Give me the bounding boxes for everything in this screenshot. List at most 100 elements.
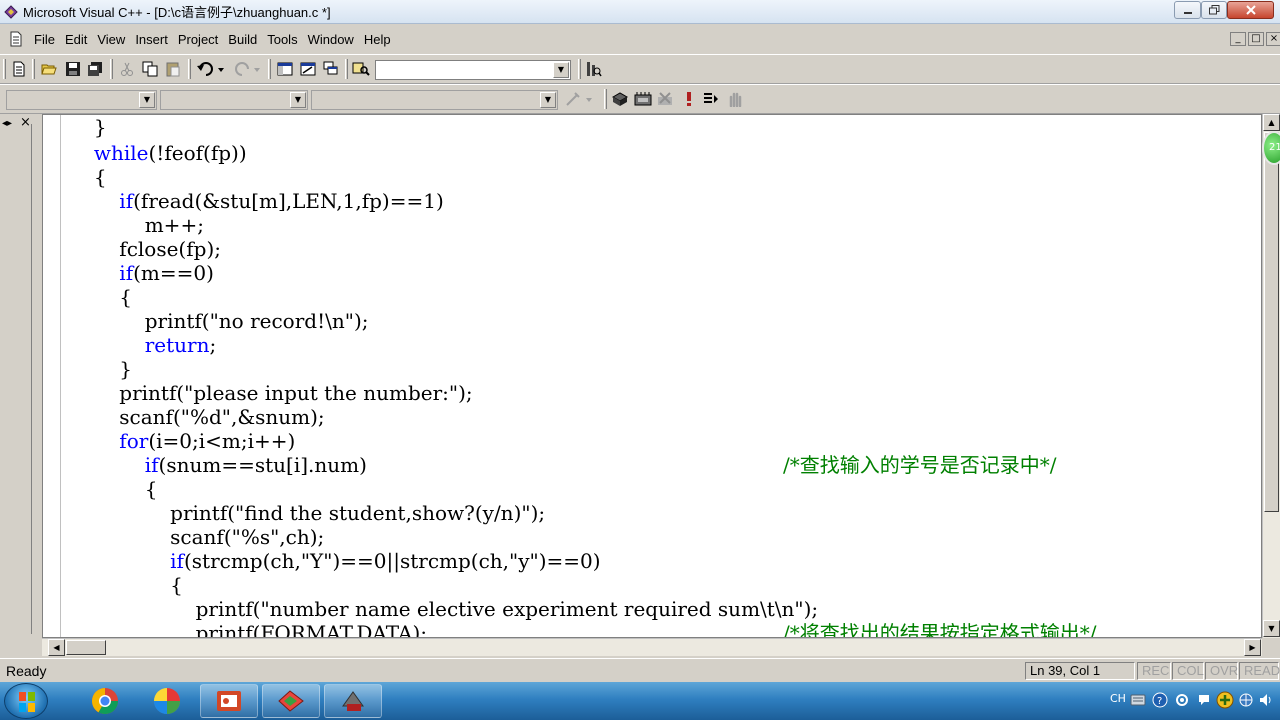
chevron-down-icon[interactable]: ▼ bbox=[553, 62, 569, 78]
undo-icon[interactable] bbox=[196, 60, 226, 78]
code-line-text[interactable]: for(i=0;i<m;i++) bbox=[43, 429, 295, 453]
code-line[interactable]: printf(FORMAT,DATA); bbox=[43, 621, 427, 637]
code-line[interactable]: if(fread(&stu[m],LEN,1,fp)==1) bbox=[43, 189, 443, 213]
code-line-text[interactable]: while(!feof(fp)) bbox=[43, 141, 247, 165]
tray-language[interactable]: CH bbox=[1110, 692, 1126, 705]
close-button[interactable] bbox=[1227, 1, 1274, 19]
compile-icon[interactable] bbox=[611, 90, 629, 108]
save-all-icon[interactable] bbox=[86, 60, 104, 78]
code-keyword[interactable]: if bbox=[170, 549, 184, 573]
window-list-icon[interactable] bbox=[322, 60, 340, 78]
chevron-down-icon[interactable]: ▼ bbox=[290, 92, 306, 108]
menu-insert[interactable]: Insert bbox=[131, 30, 172, 49]
menu-build[interactable]: Build bbox=[224, 30, 261, 49]
menu-project[interactable]: Project bbox=[174, 30, 222, 49]
code-line[interactable]: if(strcmp(ch,"Y")==0||strcmp(ch,"y")==0) bbox=[43, 549, 600, 573]
keyboard-icon[interactable] bbox=[1130, 693, 1146, 707]
code-line[interactable]: while(!feof(fp)) bbox=[43, 141, 247, 165]
code-keyword[interactable]: for bbox=[119, 429, 148, 453]
wizard-action-icon[interactable] bbox=[563, 90, 597, 108]
code-line[interactable]: m++; bbox=[43, 213, 204, 237]
code-editor[interactable]: } while(!feof(fp)) { if(fread(&stu[m],LE… bbox=[42, 114, 1262, 638]
code-line[interactable]: scanf("%s",ch); bbox=[43, 525, 324, 549]
taskbar-powerpoint[interactable] bbox=[200, 684, 258, 718]
redo-icon[interactable] bbox=[232, 60, 262, 78]
code-line[interactable]: if(m==0) bbox=[43, 261, 214, 285]
code-area[interactable]: } while(!feof(fp)) { if(fread(&stu[m],LE… bbox=[43, 115, 1261, 637]
code-line[interactable]: { bbox=[43, 285, 132, 309]
code-keyword[interactable]: return bbox=[145, 333, 210, 357]
action-center-icon[interactable] bbox=[1196, 692, 1212, 708]
breakpoint-hand-icon[interactable] bbox=[726, 90, 744, 108]
scroll-right-icon[interactable]: ▶ bbox=[1244, 639, 1261, 656]
code-line[interactable]: fclose(fp); bbox=[43, 237, 221, 261]
class-combo[interactable]: ▼ bbox=[6, 90, 157, 110]
vertical-scrollbar[interactable]: ▲ ▼ bbox=[1262, 114, 1280, 638]
volume-icon[interactable] bbox=[1258, 692, 1274, 708]
code-line[interactable]: { bbox=[43, 573, 183, 597]
horizontal-scrollbar[interactable]: ◀ ▶ bbox=[42, 638, 1262, 656]
menu-tools[interactable]: Tools bbox=[263, 30, 301, 49]
floating-badge[interactable]: 21 bbox=[1262, 131, 1280, 165]
workspace-window-icon[interactable] bbox=[276, 60, 294, 78]
build-icon[interactable] bbox=[634, 90, 652, 108]
code-line[interactable]: { bbox=[43, 477, 158, 501]
copy-icon[interactable] bbox=[141, 60, 159, 78]
code-line-text[interactable]: if(m==0) bbox=[43, 261, 214, 285]
code-keyword[interactable]: if bbox=[119, 261, 133, 285]
code-line[interactable]: { bbox=[43, 165, 107, 189]
menu-edit[interactable]: Edit bbox=[61, 30, 91, 49]
add-icon[interactable] bbox=[1216, 691, 1234, 709]
code-line-text[interactable]: if(snum==stu[i].num) bbox=[43, 453, 367, 477]
menu-window[interactable]: Window bbox=[304, 30, 358, 49]
output-window-icon[interactable] bbox=[299, 60, 317, 78]
toolbar-gripper[interactable] bbox=[3, 59, 6, 79]
code-line[interactable]: printf("find the student,show?(y/n)"); bbox=[43, 501, 545, 525]
code-line[interactable]: for(i=0;i<m;i++) bbox=[43, 429, 295, 453]
search-icon[interactable] bbox=[585, 60, 603, 78]
horizontal-scroll-thumb[interactable] bbox=[66, 640, 106, 655]
code-line[interactable]: return; bbox=[43, 333, 217, 357]
paste-icon[interactable] bbox=[164, 60, 182, 78]
code-line-text[interactable]: return; bbox=[43, 333, 217, 357]
chevron-down-icon[interactable]: ▼ bbox=[139, 92, 155, 108]
scroll-left-icon[interactable]: ◀ bbox=[48, 639, 65, 656]
menu-file[interactable]: File bbox=[30, 30, 59, 49]
mdi-minimize-button[interactable]: _ bbox=[1230, 32, 1246, 46]
find-combo[interactable]: ▼ bbox=[375, 60, 571, 80]
cut-icon[interactable] bbox=[118, 60, 136, 78]
taskbar-app-5[interactable] bbox=[324, 684, 382, 718]
new-text-file-icon[interactable] bbox=[10, 60, 28, 78]
start-button[interactable] bbox=[4, 683, 48, 719]
code-keyword[interactable]: if bbox=[119, 189, 133, 213]
code-line-text[interactable]: if(strcmp(ch,"Y")==0||strcmp(ch,"y")==0) bbox=[43, 549, 600, 573]
filter-combo[interactable]: ▼ bbox=[160, 90, 308, 110]
code-line[interactable]: printf("number name elective experiment … bbox=[43, 597, 819, 621]
help-icon[interactable]: ? bbox=[1152, 692, 1168, 708]
taskbar-chrome[interactable] bbox=[76, 684, 134, 718]
chevron-down-icon[interactable]: ▼ bbox=[540, 92, 556, 108]
save-icon[interactable] bbox=[64, 60, 82, 78]
code-comment[interactable]: /*将查找出的结果按指定格式输出*/ bbox=[783, 621, 1096, 637]
network-icon[interactable] bbox=[1238, 692, 1254, 708]
code-line[interactable]: } bbox=[43, 115, 107, 139]
code-line[interactable]: scanf("%d",&snum); bbox=[43, 405, 324, 429]
members-combo[interactable]: ▼ bbox=[311, 90, 558, 110]
vertical-scroll-thumb[interactable] bbox=[1264, 132, 1279, 512]
code-line[interactable]: if(snum==stu[i].num) bbox=[43, 453, 367, 477]
minimize-button[interactable] bbox=[1174, 1, 1201, 19]
mdi-restore-button[interactable]: □ bbox=[1248, 32, 1264, 46]
code-line[interactable]: printf("please input the number:"); bbox=[43, 381, 472, 405]
code-comment[interactable]: /*查找输入的学号是否记录中*/ bbox=[783, 453, 1056, 477]
execute-icon[interactable] bbox=[680, 90, 698, 108]
scroll-up-icon[interactable]: ▲ bbox=[1263, 114, 1280, 131]
code-keyword[interactable]: if bbox=[145, 453, 159, 477]
taskbar-app-2[interactable] bbox=[138, 684, 196, 718]
stop-build-icon[interactable] bbox=[656, 90, 674, 108]
taskbar-visual-cpp[interactable] bbox=[262, 684, 320, 718]
scroll-down-icon[interactable]: ▼ bbox=[1263, 620, 1280, 637]
code-line[interactable]: } bbox=[43, 357, 132, 381]
open-folder-icon[interactable] bbox=[40, 60, 58, 78]
code-line-text[interactable]: if(fread(&stu[m],LEN,1,fp)==1) bbox=[43, 189, 443, 213]
code-line[interactable]: printf("no record!\n"); bbox=[43, 309, 369, 333]
